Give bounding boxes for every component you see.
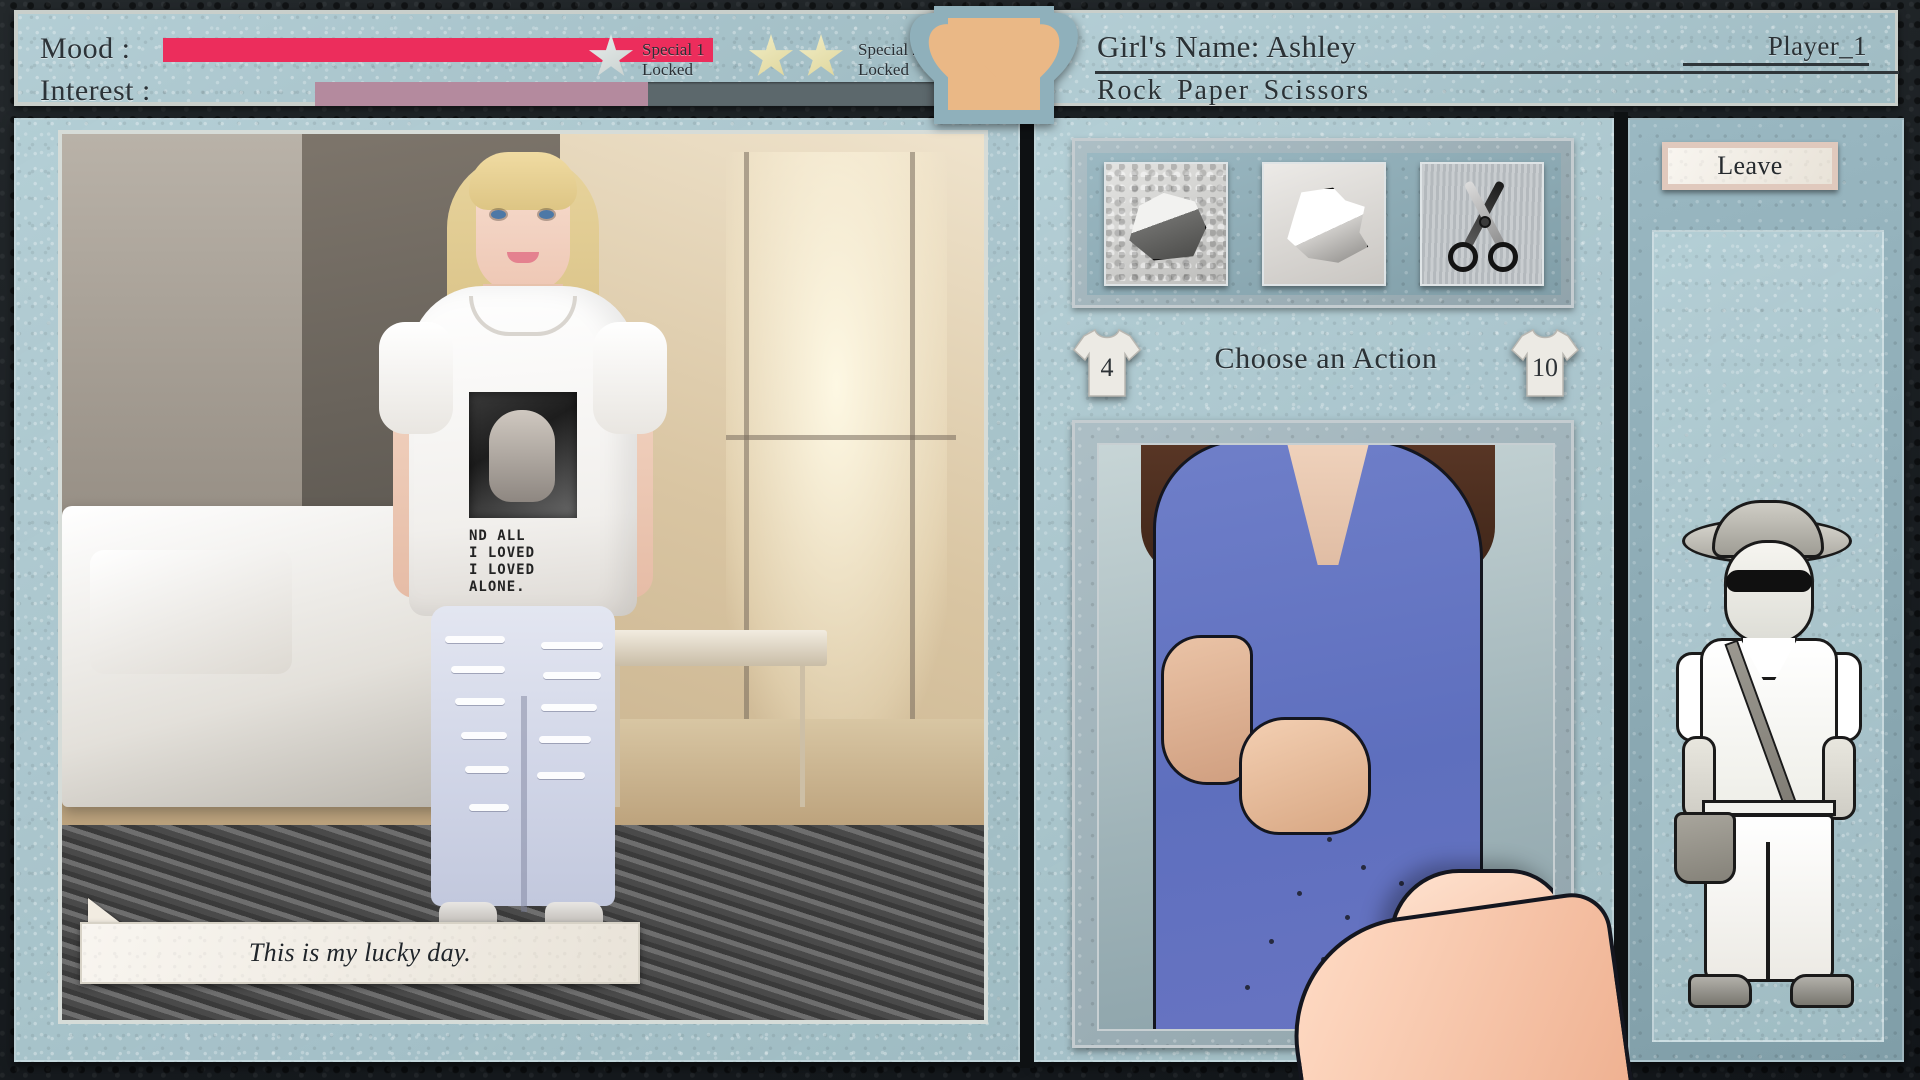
shirt-print-line: ND ALL: [469, 528, 526, 544]
shirt-print-text: ND ALL I LOVED I LOVED ALONE.: [469, 528, 589, 596]
satchel-icon: [1674, 812, 1736, 884]
stats-panel: Mood : Interest : Special 1 Locked Speci…: [14, 10, 1004, 108]
heart-icon: [948, 18, 1040, 110]
player-name: Player_1: [1767, 31, 1867, 61]
leave-button[interactable]: Leave: [1662, 142, 1838, 190]
action-panel: 4 Choose an Action 10: [1034, 118, 1636, 1080]
leave-button-label: Leave: [1717, 151, 1783, 180]
star-icon: [588, 34, 634, 76]
panel-separator: [1020, 112, 1034, 1068]
scene-panel: ND ALL I LOVED I LOVED ALONE. This is my…: [14, 118, 1020, 1062]
interest-label: Interest :: [40, 74, 151, 107]
game-title: Rock Paper Scissors: [1097, 75, 1370, 106]
mood-label: Mood :: [40, 32, 131, 65]
player-avatar-frame: [1652, 230, 1884, 1042]
shirt-print-line: I LOVED: [469, 545, 536, 561]
interest-bar-fill: [315, 82, 648, 106]
paper-button[interactable]: [1262, 162, 1386, 286]
player-avatar: [1668, 500, 1868, 1032]
shirt-print-line: ALONE.: [469, 579, 526, 595]
shirt-photo-print: [469, 392, 577, 518]
paper-icon: [1287, 187, 1369, 263]
game-screen: Mood : Interest : Special 1 Locked Speci…: [0, 0, 1920, 1080]
girl-name: Girl's Name: Ashley: [1097, 29, 1357, 64]
dialogue-box[interactable]: This is my lucky day.: [80, 922, 640, 984]
special-1-group: [588, 34, 634, 80]
special-2-state: Locked: [858, 60, 909, 79]
name-panel: Girl's Name: Ashley Player_1 Rock Paper …: [1048, 10, 1899, 106]
star-icon: [748, 34, 794, 76]
scissors-button[interactable]: [1420, 162, 1544, 286]
action-buttons-frame: [1072, 138, 1574, 308]
scene-frame: ND ALL I LOVED I LOVED ALONE. This is my…: [58, 130, 988, 1024]
special-1-state: Locked: [642, 60, 693, 79]
action-buttons-row: [1087, 153, 1561, 295]
special-1-text: Special 1 Locked: [642, 40, 705, 80]
interest-row: Interest :: [40, 74, 151, 108]
choose-action-row: 4 Choose an Action 10: [1066, 326, 1586, 412]
mood-row: Mood :: [40, 32, 131, 66]
dialogue-tail: [88, 898, 122, 924]
player-shirt-count: 10: [1532, 353, 1558, 382]
rock-button[interactable]: [1104, 162, 1228, 286]
rock-icon: [1129, 192, 1207, 261]
player-name-underline: [1683, 63, 1869, 66]
panel-separator: [1614, 112, 1628, 1068]
shirt-print-line: I LOVED: [469, 562, 536, 578]
player-shirt-counter: 10: [1510, 326, 1580, 400]
sidebar-panel: Leave: [1628, 118, 1904, 1062]
top-status-bar: Mood : Interest : Special 1 Locked Speci…: [14, 6, 1899, 124]
star-icon: [798, 34, 844, 76]
interest-bar-track: [315, 82, 943, 106]
choose-action-label: Choose an Action: [1214, 342, 1438, 375]
scissors-icon: [1422, 164, 1542, 284]
special-2-group: [748, 34, 844, 80]
character-sprite-ashley: ND ALL I LOVED I LOVED ALONE.: [373, 136, 673, 976]
heart-ornament: [934, 6, 1054, 124]
opponent-fist: [1239, 717, 1371, 835]
sunglasses-icon: [1726, 570, 1812, 592]
divider: [1095, 71, 1899, 74]
dialogue-text: This is my lucky day.: [248, 938, 472, 967]
special-1-title: Special 1: [642, 40, 705, 59]
